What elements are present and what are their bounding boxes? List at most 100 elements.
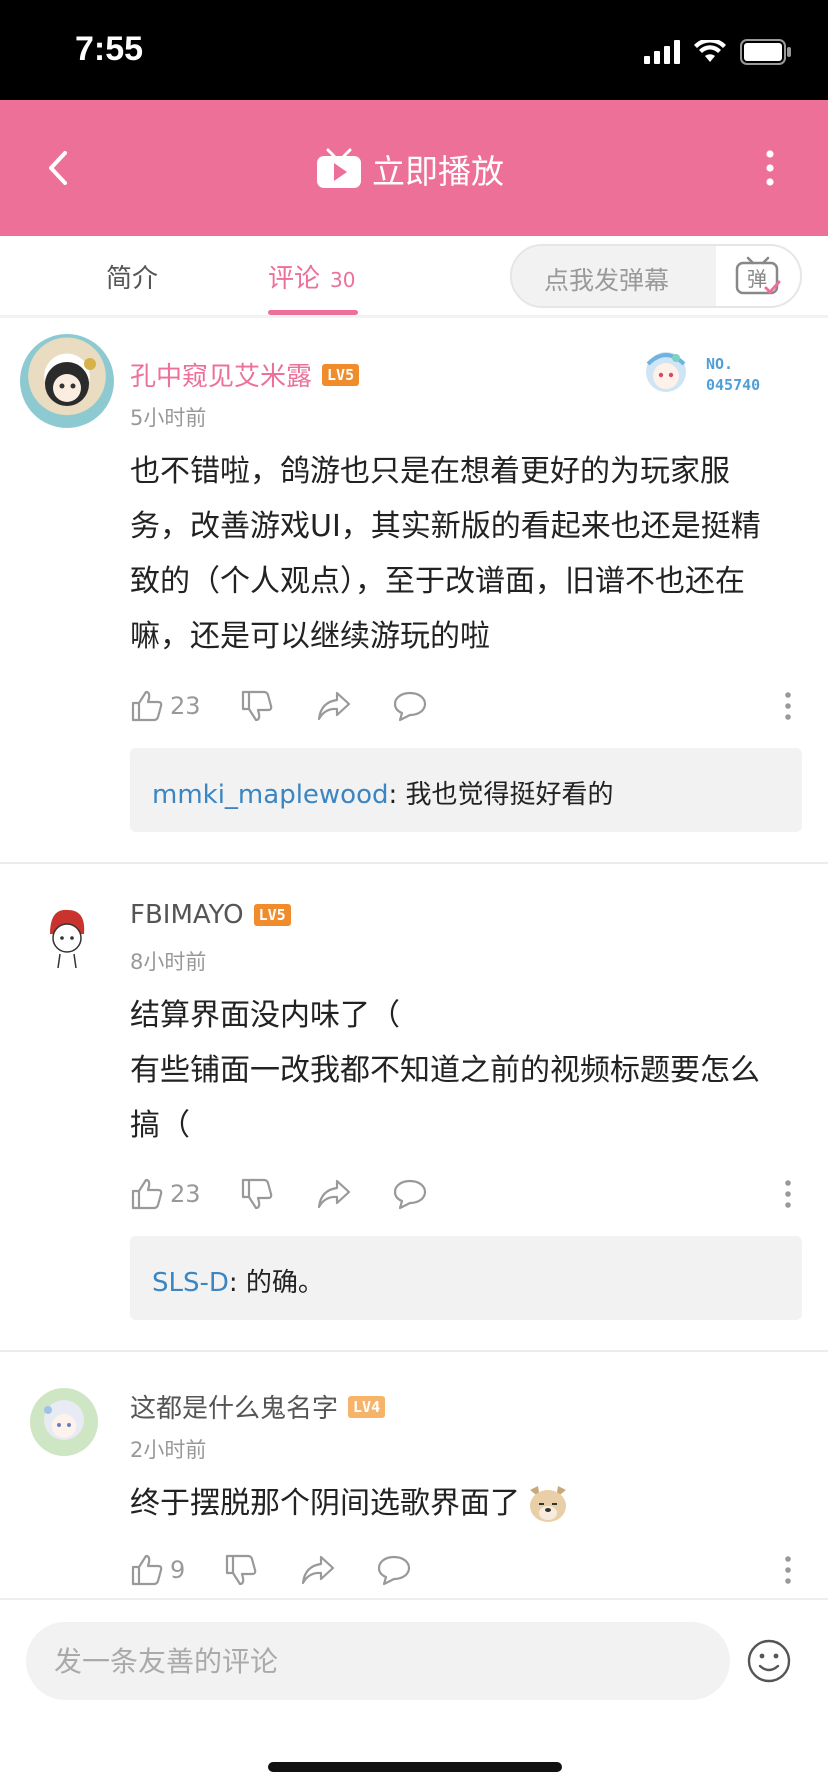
dislike-button[interactable] <box>224 1550 258 1590</box>
comment-more-button[interactable] <box>784 1550 792 1590</box>
comment-line: 结算界面没内味了（ <box>130 998 400 1033</box>
thumbs-up-icon <box>131 1554 163 1586</box>
chat-bubble-icon <box>377 1555 411 1586</box>
divider <box>0 1350 828 1352</box>
comment-more-button[interactable] <box>784 1174 792 1214</box>
share-button[interactable] <box>316 686 352 726</box>
comment-actions: 9 <box>130 1550 798 1590</box>
like-button[interactable]: 9 <box>130 1550 185 1590</box>
tab-intro[interactable]: 简介 <box>106 258 158 295</box>
emoji-icon[interactable] <box>746 1638 792 1684</box>
tab-comments[interactable]: 评论 30 <box>268 258 355 295</box>
chat-bubble-icon <box>393 1179 427 1210</box>
comment-username-row: 孔中窥见艾米露 LV5 <box>130 356 360 393</box>
status-icons <box>644 38 792 66</box>
comment-more-button[interactable] <box>784 686 792 726</box>
reply-username[interactable]: mmki_maplewood <box>152 780 389 810</box>
reply-username[interactable]: SLS-D <box>152 1268 229 1298</box>
thumbs-down-icon <box>241 690 273 722</box>
comment-body: 也不错啦，鸽游也只是在想着更好的为玩家服 务，改善游戏UI，其实新版的看起来也还… <box>130 444 810 664</box>
dislike-button[interactable] <box>240 686 274 726</box>
comment-actions: 23 <box>130 1174 798 1214</box>
comment-body: 结算界面没内味了（ 有些铺面一改我都不知道之前的视频标题要怎么 搞（ <box>130 988 810 1153</box>
dislike-button[interactable] <box>240 1174 274 1214</box>
like-count: 23 <box>170 692 201 720</box>
share-button[interactable] <box>316 1174 352 1214</box>
wifi-icon <box>694 40 726 62</box>
comment-line: 搞（ <box>130 1108 190 1143</box>
divider <box>0 862 828 864</box>
battery-icon <box>740 39 791 65</box>
comment-time: 2小时前 <box>130 1438 207 1462</box>
thumbs-up-icon <box>131 1178 163 1210</box>
comment-username[interactable]: 这都是什么鬼名字 <box>130 1388 338 1425</box>
comment-username[interactable]: 孔中窥见艾米露 <box>130 356 312 393</box>
header-title: 立即播放 <box>372 152 504 191</box>
home-indicator <box>268 1762 562 1772</box>
reply-button[interactable] <box>392 1174 428 1214</box>
badge-text: NO. 045740 <box>706 354 760 396</box>
more-vertical-icon <box>785 1556 791 1584</box>
dog-emoji-icon <box>530 1485 566 1522</box>
comment-line: 务，改善游戏UI，其实新版的看起来也还是挺精 <box>130 509 761 544</box>
more-vertical-icon <box>785 692 791 720</box>
badge-number: 045740 <box>706 376 761 394</box>
badge-character-icon <box>646 352 686 392</box>
share-button[interactable] <box>300 1550 336 1590</box>
danmaku-input[interactable]: 点我发弹幕 弹 <box>510 244 802 308</box>
status-bar: 7:55 <box>0 0 828 100</box>
comment-actions: 23 <box>130 686 798 726</box>
comment-input[interactable] <box>26 1622 730 1700</box>
like-button[interactable]: 23 <box>130 1174 201 1214</box>
comment-time: 5小时前 <box>130 406 207 430</box>
comment-username-row: FBIMAYO LV5 <box>130 900 291 930</box>
more-vertical-icon <box>785 1180 791 1208</box>
more-vertical-icon <box>766 150 774 186</box>
avatar-art-icon <box>45 358 96 406</box>
avatar[interactable] <box>20 334 114 428</box>
cellular-signal-icon <box>644 40 680 64</box>
comment-username-row: 这都是什么鬼名字 LV4 <box>130 1388 386 1425</box>
level-badge: LV4 <box>348 1395 386 1418</box>
avatar[interactable] <box>30 898 104 972</box>
share-icon <box>317 691 351 721</box>
reply-preview[interactable]: SLS-D: 的确。 <box>130 1236 802 1320</box>
tv-play-icon <box>317 148 361 188</box>
more-options-button[interactable] <box>742 140 798 196</box>
chat-bubble-icon <box>393 691 427 722</box>
comment-line: 嘛，还是可以继续游玩的啦 <box>130 619 490 654</box>
danmaku-char: 弹 <box>747 267 767 291</box>
comment-line: 致的（个人观点），至于改谱面，旧谱不也还在 <box>130 564 745 599</box>
danmaku-tv-icon: 弹 <box>735 256 781 295</box>
comment-username[interactable]: FBIMAYO <box>130 900 244 930</box>
reply-button[interactable] <box>392 686 428 726</box>
avatar[interactable] <box>30 1388 98 1456</box>
reply-preview[interactable]: mmki_maplewood: 我也觉得挺好看的 <box>130 748 802 832</box>
back-button[interactable] <box>30 140 86 196</box>
danmaku-toggle-button[interactable]: 弹 <box>716 246 800 306</box>
thumbs-down-icon <box>225 1554 257 1586</box>
avatar-art-icon <box>44 1400 84 1440</box>
danmaku-placeholder: 点我发弹幕 <box>544 266 670 295</box>
avatar-art-icon <box>50 909 85 969</box>
chevron-left-icon <box>49 151 67 185</box>
like-button[interactable]: 23 <box>130 686 201 726</box>
tab-bar: 简介 评论 30 点我发弹幕 弹 <box>0 236 828 318</box>
reply-text: : 的确。 <box>228 1268 324 1298</box>
level-badge: LV5 <box>253 904 291 926</box>
comment-body: 终于摆脱那个阴间选歌界面了 <box>130 1476 810 1531</box>
level-badge: LV5 <box>322 363 360 386</box>
badge-no-label: NO. <box>706 355 734 373</box>
app-header: 立即播放 <box>0 100 828 236</box>
reply-text: : 我也觉得挺好看的 <box>388 780 614 810</box>
thumbs-up-icon <box>131 690 163 722</box>
comment-line: 也不错啦，鸽游也只是在想着更好的为玩家服 <box>130 454 730 489</box>
share-icon <box>301 1555 335 1585</box>
tab-comments-count: 30 <box>330 268 356 292</box>
user-badge: NO. 045740 <box>636 344 786 404</box>
play-now-button[interactable]: 立即播放 <box>316 144 504 194</box>
reply-button[interactable] <box>376 1550 412 1590</box>
status-time: 7:55 <box>75 30 144 68</box>
comment-line: 有些铺面一改我都不知道之前的视频标题要怎么 <box>130 1053 760 1088</box>
thumbs-down-icon <box>241 1178 273 1210</box>
